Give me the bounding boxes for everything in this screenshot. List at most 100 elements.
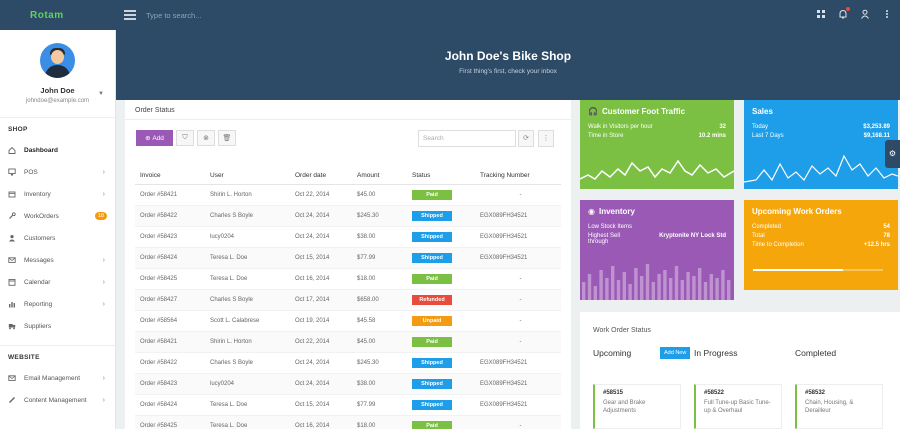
sidebar-item-inventory[interactable]: Inventory ›: [0, 183, 115, 205]
amount-cell: $77.99: [352, 394, 407, 416]
user-cell: Charles S Boyle: [205, 205, 290, 227]
refresh-icon[interactable]: ⟳: [518, 130, 534, 147]
user-cell: Shirin L. Horton: [205, 184, 290, 206]
work-order-description: Chain, Housing, & Derailleur: [805, 400, 854, 414]
menu-toggle-icon[interactable]: [124, 10, 136, 20]
column-header[interactable]: Tracking Number: [475, 168, 561, 185]
table-row[interactable]: Order #58425 Teresa L. Doe Oct 16, 2014 $18…: [135, 268, 561, 290]
amount-cell: $45.00: [352, 184, 407, 206]
trash-icon[interactable]: 🗑: [218, 130, 236, 146]
order-search-input[interactable]: [418, 130, 516, 147]
calendar-icon: [8, 278, 16, 286]
user-icon[interactable]: [860, 9, 870, 19]
sidebar-item-label: Email Management: [24, 374, 80, 382]
profile-email: johndoe@example.com: [25, 98, 90, 104]
sidebar-item-dashboard[interactable]: Dashboard: [0, 139, 115, 161]
page-banner: John Doe's Bike Shop First thing's first…: [116, 30, 900, 100]
tracking-cell: EGX089FH34521: [475, 205, 561, 227]
column-header[interactable]: Invoice: [135, 168, 205, 185]
invoice-link[interactable]: Order #58421: [135, 184, 205, 206]
orders-table: Invoice User Order date Amount Status Trackin…: [135, 168, 561, 429]
table-row[interactable]: Order #58423 lucy0204 Oct 24, 2014 $38.00 Sh…: [135, 373, 561, 395]
sidebar-item-email-management[interactable]: Email Management ›: [0, 367, 115, 389]
work-order-card[interactable]: #58522 Full Tune-up Basic Tune-up & Overh…: [694, 384, 782, 429]
sidebar-item-reporting[interactable]: Reporting ›: [0, 293, 115, 315]
status-cell: Paid: [407, 184, 475, 206]
column-header[interactable]: Status: [407, 168, 475, 185]
panel-title: Order Status: [125, 100, 571, 120]
table-row[interactable]: Order #58564 Scott L. Calabrese Oct 19, 20…: [135, 310, 561, 332]
invoice-link[interactable]: Order #58424: [135, 394, 205, 416]
tracking-cell: -: [475, 331, 561, 353]
sidebar-item-workorders[interactable]: WorkOrders 18: [0, 205, 115, 227]
sales-tile[interactable]: Sales Today $3,253.89 Last 7 Days $9,168.1…: [744, 100, 898, 189]
date-cell: Oct 19, 2014: [290, 310, 352, 332]
column-header[interactable]: Amount: [352, 168, 407, 185]
caret-down-icon[interactable]: ▼: [98, 91, 104, 97]
work-order-card[interactable]: #58532 Chain, Housing, & Derailleur: [795, 384, 883, 429]
settings-gear-icon[interactable]: ⚙: [885, 140, 900, 168]
sidebar-item-messages[interactable]: Messages ›: [0, 249, 115, 271]
sidebar-item-pos[interactable]: POS ›: [0, 161, 115, 183]
user-cell: Teresa L. Doe: [205, 394, 290, 416]
amount-cell: $77.99: [352, 247, 407, 269]
table-row[interactable]: Order #58421 Shirin L. Horton Oct 22, 2014…: [135, 184, 561, 206]
invoice-link[interactable]: Order #58423: [135, 373, 205, 395]
invoice-link[interactable]: Order #58421: [135, 331, 205, 353]
work-order-status-title: Work Order Status: [593, 327, 651, 334]
inventory-bar-sparkline: [582, 264, 731, 300]
table-row[interactable]: Order #58424 Teresa L. Doe Oct 15, 2014 $77…: [135, 247, 561, 269]
table-row[interactable]: Order #58425 Teresa L. Doe Oct 16, 2014 $18…: [135, 415, 561, 429]
table-row[interactable]: Order #58422 Charles S Boyle Oct 24, 2014 $…: [135, 205, 561, 227]
column-completed: Completed: [795, 348, 837, 358]
invoice-link[interactable]: Order #58422: [135, 352, 205, 374]
invoice-link[interactable]: Order #58427: [135, 289, 205, 311]
date-cell: Oct 15, 2014: [290, 247, 352, 269]
inventory-value-2: Kryptonite NY Lock Std: [659, 233, 726, 239]
table-row[interactable]: Order #58424 Teresa L. Doe Oct 15, 2014 $77…: [135, 394, 561, 416]
workorders-tile[interactable]: Upcoming Work Orders Completed 54 Total 78…: [744, 200, 898, 290]
column-header[interactable]: Order date: [290, 168, 352, 185]
avatar[interactable]: [40, 43, 75, 78]
add-button[interactable]: ⊕ Add: [136, 130, 173, 146]
invoice-link[interactable]: Order #58423: [135, 226, 205, 248]
invoice-link[interactable]: Order #58425: [135, 415, 205, 429]
invoice-link[interactable]: Order #58425: [135, 268, 205, 290]
sales-label-1: Today: [752, 124, 769, 130]
invoice-link[interactable]: Order #58424: [135, 247, 205, 269]
work-order-card[interactable]: #58515 Gear and Brake Adjustments: [593, 384, 681, 429]
status-cell: Shipped: [407, 352, 475, 374]
sidebar-item-suppliers[interactable]: Suppliers: [0, 315, 115, 337]
sidebar-item-calendar[interactable]: Calendar ›: [0, 271, 115, 293]
invoice-link[interactable]: Order #58564: [135, 310, 205, 332]
traffic-tile[interactable]: 🎧 Customer Foot Traffic Walk in Visitors …: [580, 100, 734, 189]
brand-logo[interactable]: Rotam: [0, 10, 116, 21]
box-icon: ◉: [588, 207, 595, 216]
table-row[interactable]: Order #58427 Charles S Boyle Oct 17, 2014 $…: [135, 289, 561, 311]
table-row[interactable]: Order #58423 lucy0204 Oct 24, 2014 $38.00 Sh…: [135, 226, 561, 248]
sidebar-item-content-management[interactable]: Content Management ›: [0, 389, 115, 411]
top-search-input[interactable]: [146, 10, 446, 20]
sidebar-item-label: Inventory: [24, 190, 51, 198]
add-new-button[interactable]: Add New: [660, 347, 691, 359]
more-options-icon[interactable]: ⋮: [538, 130, 554, 147]
more-vertical-icon[interactable]: [882, 9, 892, 19]
close-circle-icon[interactable]: ⊗: [197, 130, 215, 146]
status-badge: Shipped: [412, 252, 452, 263]
sidebar-item-customers[interactable]: Customers: [0, 227, 115, 249]
mail-icon: [8, 374, 16, 382]
status-badge: Shipped: [412, 378, 452, 389]
inventory-tile[interactable]: ◉ Inventory Low Stock Items Highest Sell …: [580, 200, 734, 300]
sidebar-item-label: Content Management: [24, 396, 87, 404]
wo-value-1: 54: [883, 224, 890, 230]
invoice-link[interactable]: Order #58422: [135, 205, 205, 227]
tracking-cell: -: [475, 310, 561, 332]
grid-icon[interactable]: [816, 9, 826, 19]
bell-icon[interactable]: [838, 7, 850, 19]
column-header[interactable]: User: [205, 168, 290, 185]
amount-cell: $18.00: [352, 268, 407, 290]
table-row[interactable]: Order #58422 Charles S Boyle Oct 24, 2014 $…: [135, 352, 561, 374]
sidebar-item-label: Calendar: [24, 278, 51, 286]
table-row[interactable]: Order #58421 Shirin L. Horton Oct 22, 2014…: [135, 331, 561, 353]
shield-icon[interactable]: ⛉: [176, 130, 194, 146]
